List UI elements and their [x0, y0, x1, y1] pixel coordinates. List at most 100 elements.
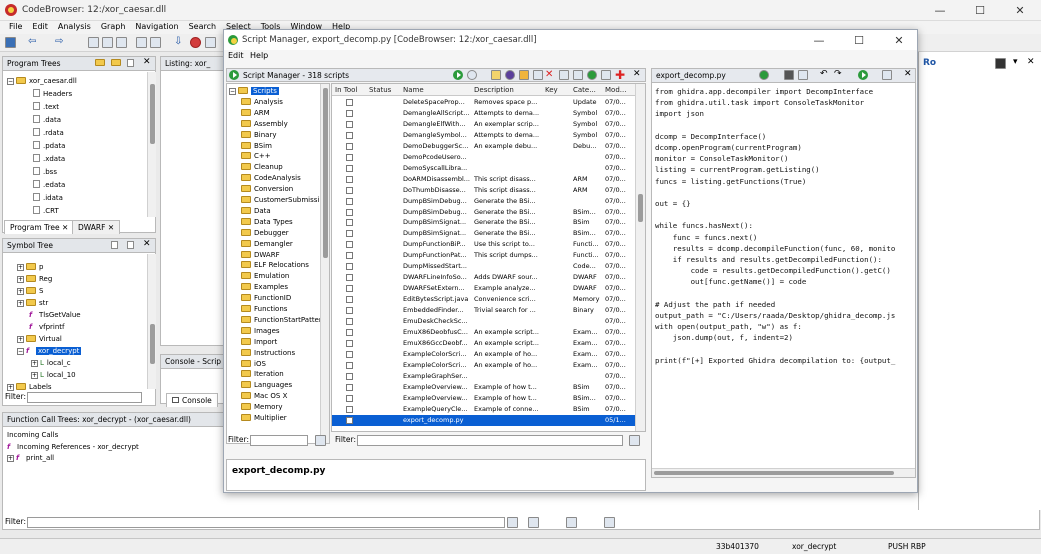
table-scrollbar[interactable]: [635, 84, 645, 431]
minimize-button[interactable]: —: [920, 2, 960, 19]
symbol-row[interactable]: + str: [17, 299, 48, 307]
symbol-row[interactable]: + Llocal_c: [31, 359, 71, 367]
stop-icon[interactable]: [190, 37, 201, 48]
close-panel-icon[interactable]: ✕: [633, 69, 641, 79]
script-row[interactable]: EmuX86DeobfusC... An example script... Exa…: [332, 327, 635, 338]
tree-item[interactable]: .edata: [33, 180, 65, 189]
tree-item[interactable]: .data: [33, 115, 61, 124]
in-tool-checkbox[interactable]: [346, 230, 353, 238]
editor-undo-icon[interactable]: ↶: [820, 69, 828, 79]
category-filter-input[interactable]: [250, 435, 308, 446]
sm-maximize-button[interactable]: ☐: [839, 32, 879, 49]
category-item[interactable]: DWARF: [241, 250, 280, 259]
in-tool-checkbox[interactable]: [346, 372, 353, 380]
category-item[interactable]: Instructions: [241, 348, 295, 357]
in-tool-checkbox[interactable]: [346, 416, 353, 424]
col-description[interactable]: Description: [474, 86, 514, 94]
script-row[interactable]: ExampleGraphSer... 07/0...: [332, 371, 635, 382]
symbol-tool-icon[interactable]: [111, 241, 118, 249]
category-item[interactable]: Memory: [241, 403, 282, 411]
in-tool-checkbox[interactable]: [346, 296, 353, 304]
script-row[interactable]: DumpFunctionPat... This script dumps... Fu…: [332, 250, 635, 261]
in-tool-checkbox[interactable]: [346, 350, 353, 358]
tree-item[interactable]: .rdata: [33, 128, 64, 137]
run-script-icon[interactable]: [453, 70, 463, 80]
new-script-icon[interactable]: [533, 70, 543, 80]
menu-file[interactable]: File: [4, 21, 27, 34]
symbol-row[interactable]: + S: [17, 287, 43, 295]
close-button[interactable]: ✕: [1000, 2, 1040, 19]
forward-arrow-icon[interactable]: ⇨: [55, 37, 71, 48]
maximize-button[interactable]: ☐: [960, 2, 1000, 19]
print-icon[interactable]: [995, 58, 1006, 69]
symbol-row[interactable]: + p: [17, 263, 43, 271]
col-name[interactable]: Name: [403, 86, 424, 94]
script-row[interactable]: DemangleElfWith... An exemplar scrip... Sy…: [332, 119, 635, 130]
expand-icon[interactable]: +: [31, 360, 38, 367]
expand-icon[interactable]: +: [17, 264, 24, 271]
script-row[interactable]: DWARFSetExtern... Example analyze... DWARF…: [332, 283, 635, 294]
close-tab-icon[interactable]: ✕: [108, 223, 114, 232]
category-filter-options-icon[interactable]: [315, 435, 326, 446]
category-item[interactable]: Languages: [241, 381, 292, 389]
in-tool-checkbox[interactable]: [346, 153, 353, 161]
category-item[interactable]: Mac OS X: [241, 392, 287, 400]
table-scroll-thumb[interactable]: [638, 194, 643, 222]
tree-item[interactable]: .xdata: [33, 154, 65, 163]
in-tool-checkbox[interactable]: [346, 109, 353, 117]
help-cross-icon[interactable]: ✚: [615, 68, 625, 82]
category-item[interactable]: FunctionStartPatter: [241, 315, 322, 324]
symbol-row[interactable]: + Virtual: [17, 335, 62, 343]
sm-menu-help[interactable]: Help: [250, 51, 268, 60]
nav-label-icon[interactable]: [136, 37, 147, 48]
edit-script-icon[interactable]: [491, 70, 501, 80]
script-row[interactable]: DumpFunctionBiP... Use this script to... F…: [332, 239, 635, 250]
in-tool-checkbox[interactable]: [346, 318, 353, 325]
tree-item[interactable]: Headers: [33, 89, 72, 98]
script-row[interactable]: DemoPcodeUsero... 07/0...: [332, 152, 635, 163]
filter-options-icon-3[interactable]: [566, 517, 577, 528]
editor-redo-icon[interactable]: ↷: [834, 69, 842, 79]
script-row[interactable]: EmuX86GccDeobf... An example script... Exa…: [332, 338, 635, 349]
symbol-scroll-thumb[interactable]: [150, 324, 155, 364]
call-tree-root[interactable]: f Incoming References - xor_decrypt: [7, 443, 139, 451]
collapse-icon[interactable]: −: [7, 78, 14, 85]
script-row[interactable]: DumpBSimDebug... Generate the BSi... BSim.…: [332, 207, 635, 218]
script-row[interactable]: EditBytesScript.java Convenience scri... M…: [332, 294, 635, 305]
script-row[interactable]: DemoDebuggerSc... An example debu... Debu.…: [332, 141, 635, 152]
new-folder-icon[interactable]: [111, 59, 121, 66]
nav-instruction-icon[interactable]: [102, 37, 113, 48]
eclipse-icon[interactable]: [505, 70, 515, 80]
tab-dwarf[interactable]: DWARF ✕: [72, 220, 121, 234]
collapse-icon[interactable]: −: [17, 348, 24, 355]
in-tool-checkbox[interactable]: [346, 361, 353, 369]
call-tree-filter-input[interactable]: [27, 517, 505, 528]
category-item[interactable]: Data: [241, 206, 271, 215]
category-item[interactable]: Import: [241, 337, 277, 346]
category-item[interactable]: Demangler: [241, 239, 293, 248]
category-item[interactable]: Debugger: [241, 228, 289, 237]
nav-undefined-icon[interactable]: [116, 37, 127, 48]
col-key[interactable]: Key: [545, 86, 558, 94]
category-item[interactable]: Cleanup: [241, 163, 283, 171]
script-row[interactable]: DumpBSimSignat... Generate the BSi... BSim…: [332, 228, 635, 239]
expand-icon[interactable]: +: [7, 455, 14, 462]
script-row[interactable]: ExampleColorScri... An example of ho... Ex…: [332, 349, 635, 360]
symbol-row[interactable]: + Llocal_10: [31, 371, 76, 379]
symbol-row[interactable]: f TlsGetValue: [29, 311, 81, 319]
in-tool-checkbox[interactable]: [346, 131, 353, 139]
filter-options-icon[interactable]: [507, 517, 518, 528]
in-tool-checkbox[interactable]: [346, 142, 353, 150]
category-item[interactable]: Images: [241, 326, 280, 335]
list-icon[interactable]: [601, 70, 611, 80]
script-row[interactable]: DumpMissedStart... Code... 07/0...: [332, 261, 635, 272]
category-item[interactable]: ELF Relocations: [241, 261, 309, 269]
category-item[interactable]: FunctionID: [241, 294, 291, 302]
script-row-selected[interactable]: export_decomp.py 05/1...: [332, 414, 635, 426]
col-modified[interactable]: Mod...: [605, 86, 626, 94]
category-item[interactable]: Emulation: [241, 272, 289, 280]
symbol-copy-icon[interactable]: [127, 241, 134, 249]
menu-analysis[interactable]: Analysis: [53, 21, 96, 34]
in-tool-checkbox[interactable]: [346, 197, 353, 205]
close-panel-icon[interactable]: ✕: [143, 57, 151, 67]
